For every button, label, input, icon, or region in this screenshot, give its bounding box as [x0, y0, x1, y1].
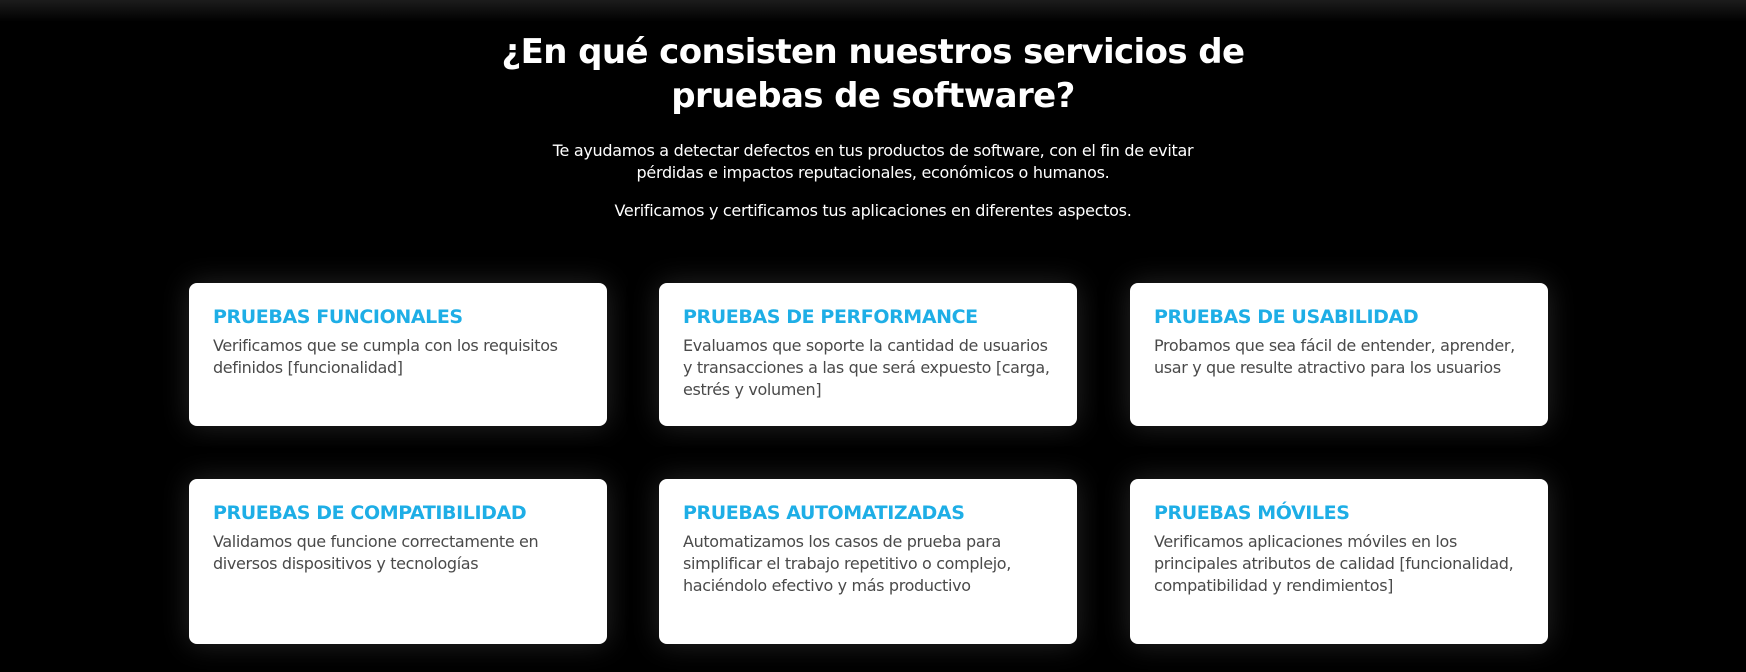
service-card-description: Probamos que sea fácil de entender, apre…: [1154, 336, 1515, 377]
service-card-title: PRUEBAS MÓVILES: [1154, 502, 1350, 524]
service-card-title: PRUEBAS AUTOMATIZADAS: [683, 502, 965, 524]
service-card-description: Validamos que funcione correctamente en …: [213, 532, 539, 573]
service-card-title: PRUEBAS DE PERFORMANCE: [683, 306, 978, 328]
service-card-moviles: PRUEBAS MÓVILES Verificamos aplicaciones…: [1130, 479, 1548, 644]
service-card-funcionales: PRUEBAS FUNCIONALES Verificamos que se c…: [189, 283, 607, 426]
service-card-performance: PRUEBAS DE PERFORMANCE Evaluamos que sop…: [659, 283, 1077, 426]
section-title: ¿En qué consisten nuestros servicios de …: [501, 32, 1246, 116]
section-intro: Te ayudamos a detectar defectos en tus p…: [552, 141, 1194, 182]
service-card-description: Verificamos que se cumpla con los requis…: [213, 336, 558, 377]
service-card-title: PRUEBAS DE COMPATIBILIDAD: [213, 502, 527, 524]
service-card-description: Verificamos aplicaciones móviles en los …: [1154, 532, 1514, 595]
services-section: ¿En qué consisten nuestros servicios de …: [0, 0, 1746, 672]
section-intro-secondary: Verificamos y certificamos tus aplicacio…: [614, 201, 1132, 220]
service-card-usabilidad: PRUEBAS DE USABILIDAD Probamos que sea f…: [1130, 283, 1548, 426]
service-card-description: Evaluamos que soporte la cantidad de usu…: [683, 336, 1050, 399]
service-card-title: PRUEBAS FUNCIONALES: [213, 306, 463, 328]
service-card-description: Automatizamos los casos de prueba para s…: [683, 532, 1011, 595]
service-card-automatizadas: PRUEBAS AUTOMATIZADAS Automatizamos los …: [659, 479, 1077, 644]
service-card-title: PRUEBAS DE USABILIDAD: [1154, 306, 1419, 328]
service-card-compatibilidad: PRUEBAS DE COMPATIBILIDAD Validamos que …: [189, 479, 607, 644]
